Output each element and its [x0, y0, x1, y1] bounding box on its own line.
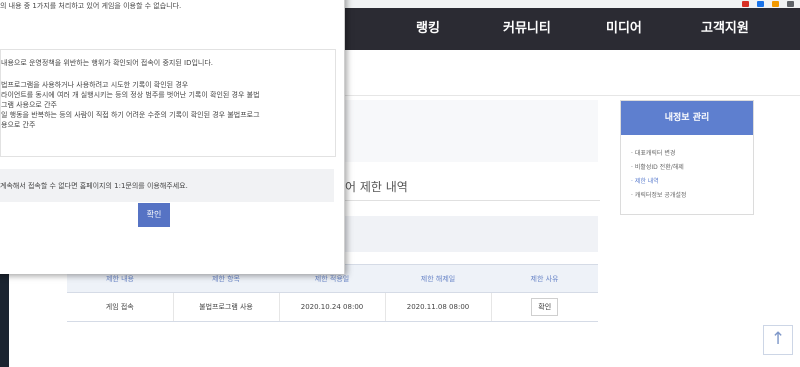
table-cell: 게임 접속: [67, 292, 173, 322]
reason-view-button[interactable]: 확인: [531, 298, 559, 316]
scroll-to-top-button[interactable]: ↑: [763, 325, 793, 355]
extension-icon[interactable]: [742, 1, 749, 7]
section-heading: 어 제한 내역: [345, 180, 408, 194]
info-box: [345, 216, 598, 252]
extension-icon[interactable]: [772, 1, 779, 7]
browser-extension-icons[interactable]: [742, 0, 794, 8]
my-info-side-panel: 내정보 관리 · 대표캐릭터 변경 · 비활성ID 전환/해제 · 제한 내역 …: [620, 100, 754, 215]
modal-reason-box: 내용으로 운영정책을 위반하는 행위가 확인되어 접속이 중지된 ID입니다. …: [0, 49, 336, 157]
section-divider: [345, 200, 600, 201]
left-decorative-image: [0, 274, 9, 367]
side-item-character-visibility[interactable]: · 캐릭터정보 공개설정: [631, 190, 686, 199]
table-cell: 확인: [490, 292, 598, 322]
reason-line: 내용으로 운영정책을 위반하는 행위가 확인되어 접속이 중지된 ID입니다.: [1, 59, 214, 67]
info-banner: [345, 100, 598, 162]
side-item-label: 제한 내역: [634, 178, 659, 185]
side-item-label: 대표캐릭터 변경: [634, 150, 676, 157]
nav-item-support[interactable]: 고객지원: [701, 8, 749, 50]
confirm-button[interactable]: 확인: [138, 203, 170, 227]
modal-intro-text: 의 내용 중 1가지를 처리하고 있어 게임을 이용할 수 없습니다.: [0, 2, 182, 10]
table-row: 게임 접속 불법프로그램 사용 2020.10.24 08:00 2020.11…: [67, 292, 598, 322]
side-item-main-character[interactable]: · 대표캐릭터 변경: [631, 148, 675, 157]
modal-body: 의 내용 중 1가지를 처리하고 있어 게임을 이용할 수 없습니다. 내용으로…: [0, 0, 344, 274]
modal-notice-text: 계속해서 접속할 수 없다면 홈페이지의 1:1문의를 이용해주세요.: [0, 182, 188, 190]
extension-icon[interactable]: [757, 1, 764, 7]
table-cell: 불법프로그램 사용: [172, 292, 279, 322]
modal-notice-box: 계속해서 접속할 수 없다면 홈페이지의 1:1문의를 이용해주세요.: [0, 169, 334, 202]
reason-line: 그램 사용으로 간주: [1, 101, 57, 109]
table-cell: 2020.10.24 08:00: [278, 292, 385, 322]
nav-item-community[interactable]: 커뮤니티: [503, 8, 551, 50]
extension-icon[interactable]: [787, 1, 794, 7]
nav-item-media[interactable]: 미디어: [606, 8, 642, 50]
side-item-label: 캐릭터정보 공개설정: [634, 192, 687, 199]
reason-line: 일 행동을 반복하는 등의 사람이 직접 하기 어려운 수준의 기록이 확인된 …: [1, 111, 260, 119]
side-item-inactive-id[interactable]: · 비활성ID 전환/해제: [631, 162, 684, 171]
side-item-restrictions[interactable]: · 제한 내역: [631, 176, 659, 185]
nav-item-ranking[interactable]: 랭킹: [416, 8, 440, 50]
side-panel-title: 내정보 관리: [621, 101, 753, 135]
reason-line: 라이언트를 동시에 여러 개 실행시키는 등의 정상 범주를 벗어난 기록이 확…: [1, 91, 260, 99]
arrow-up-icon: ↑: [770, 329, 786, 349]
column-header: 제한 해제일: [385, 264, 491, 293]
side-item-label: 비활성ID 전환/해제: [634, 164, 684, 171]
table-cell: 2020.11.08 08:00: [384, 292, 491, 322]
reason-line: 용으로 간주: [1, 121, 36, 129]
restriction-modal: 의 내용 중 1가지를 처리하고 있어 게임을 이용할 수 없습니다. 내용으로…: [0, 0, 345, 274]
reason-line: 법프로그램을 사용하거나 사용하려고 시도한 기록이 확인된 경우: [1, 81, 189, 89]
column-header: 제한 사유: [491, 264, 598, 293]
